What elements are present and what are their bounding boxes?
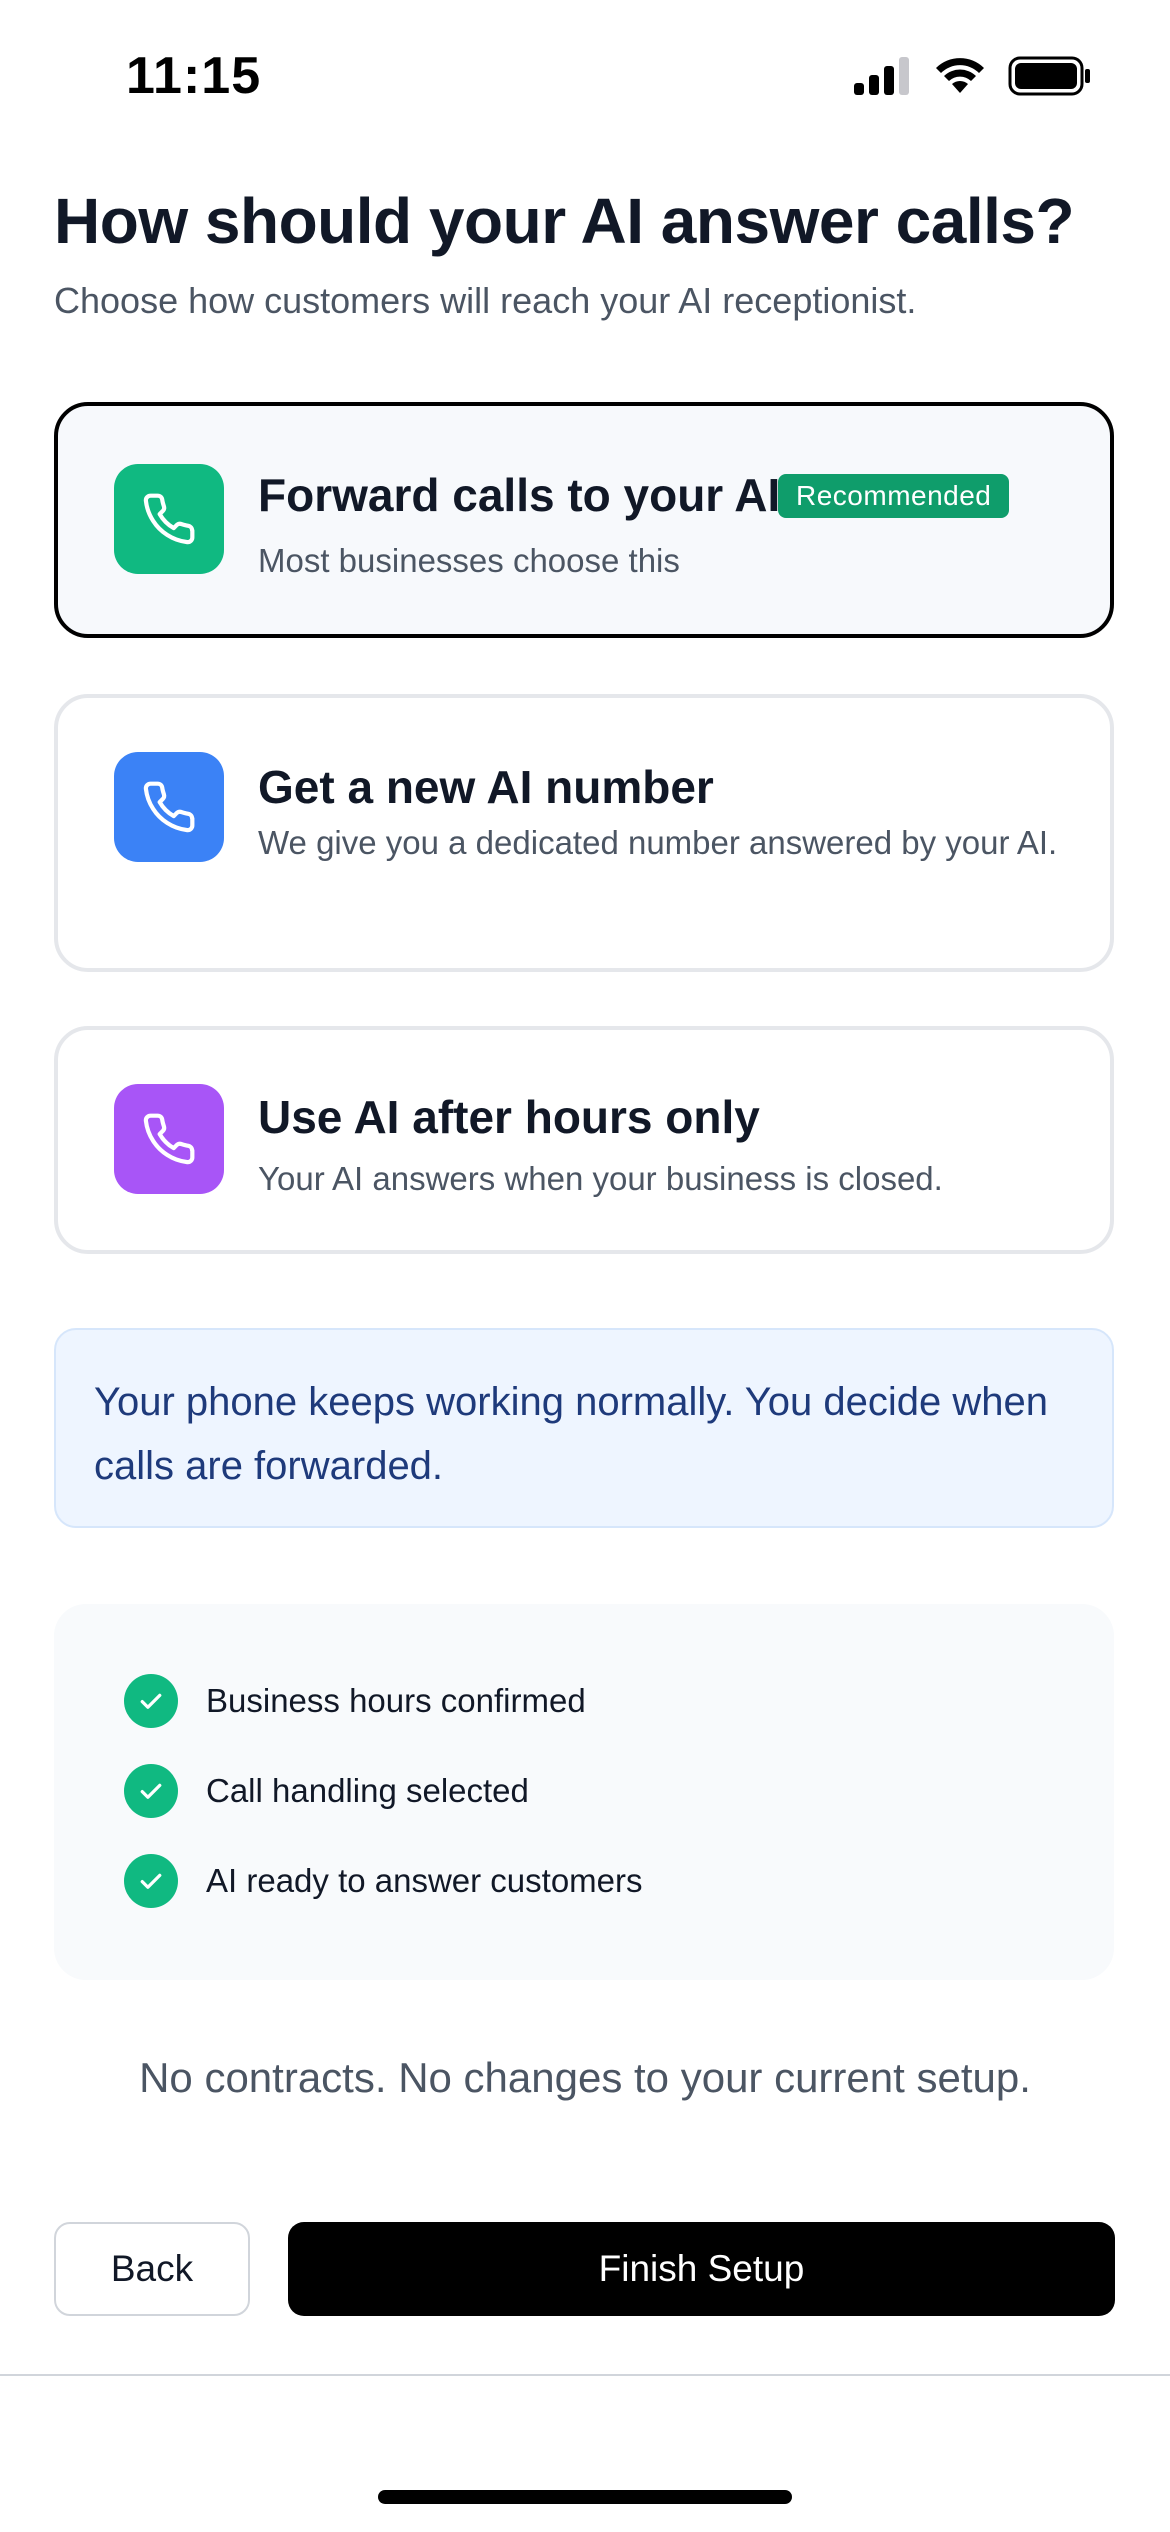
checklist-item: AI ready to answer customers xyxy=(124,1854,643,1908)
recommended-badge: Recommended xyxy=(778,474,1010,518)
battery-icon xyxy=(1008,56,1090,96)
page-title: How should your AI answer calls? xyxy=(54,185,1075,257)
checklist-label: Call handling selected xyxy=(206,1772,529,1809)
page-subtitle: Choose how customers will reach your AI … xyxy=(54,280,917,321)
info-text: Your phone keeps working normally. You d… xyxy=(94,1380,1048,1488)
check-icon xyxy=(124,1764,178,1818)
checklist-item: Business hours confirmed xyxy=(124,1674,586,1728)
option-icon-container xyxy=(114,1084,224,1194)
option-description: Your AI answers when your business is cl… xyxy=(258,1160,943,1197)
check-icon xyxy=(124,1854,178,1908)
screen: 11:15 How should your AI answer calls? C… xyxy=(0,0,1170,2532)
home-indicator[interactable] xyxy=(378,2490,792,2504)
option-description: Most businesses choose this xyxy=(258,542,680,579)
footer-note: No contracts. No changes to your current… xyxy=(139,2054,1031,2101)
back-button[interactable]: Back xyxy=(54,2222,250,2316)
option-forward-calls[interactable]: Forward calls to your AI Recommended Mos… xyxy=(54,402,1114,638)
status-time: 11:15 xyxy=(126,47,262,105)
status-icons xyxy=(854,56,1092,96)
phone-icon xyxy=(143,493,195,545)
setup-checklist: Business hours confirmed Call handling s… xyxy=(54,1604,1114,1980)
checklist-item: Call handling selected xyxy=(124,1764,529,1818)
option-after-hours[interactable]: Use AI after hours only Your AI answers … xyxy=(54,1026,1114,1254)
status-bar: 11:15 xyxy=(0,0,1170,150)
option-title: Forward calls to your AI xyxy=(258,469,781,521)
check-icon xyxy=(124,1674,178,1728)
phone-icon xyxy=(143,1113,195,1165)
checklist-label: Business hours confirmed xyxy=(206,1682,586,1719)
option-title: Use AI after hours only xyxy=(258,1091,760,1143)
cellular-signal-icon xyxy=(854,57,909,95)
option-new-ai-number[interactable]: Get a new AI number We give you a dedica… xyxy=(54,694,1114,972)
option-icon-container xyxy=(114,752,224,862)
option-description: We give you a dedicated number answered … xyxy=(258,824,1058,861)
option-title: Get a new AI number xyxy=(258,761,714,813)
checklist-label: AI ready to answer customers xyxy=(206,1862,643,1899)
info-box: Your phone keeps working normally. You d… xyxy=(54,1328,1114,1528)
finish-setup-button[interactable]: Finish Setup xyxy=(288,2222,1115,2316)
option-icon-container xyxy=(114,464,224,574)
wifi-icon xyxy=(936,58,984,93)
phone-icon xyxy=(143,781,195,833)
bottom-divider xyxy=(0,2374,1170,2376)
